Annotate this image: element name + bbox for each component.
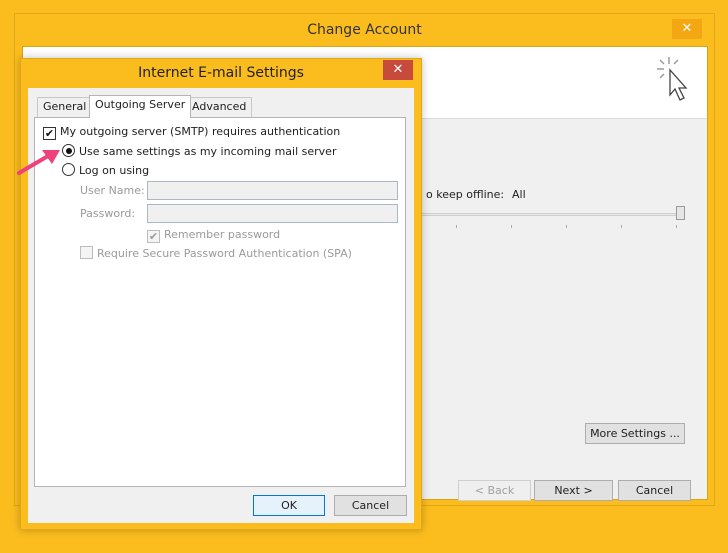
change-account-title: Change Account bbox=[307, 22, 422, 38]
smtp-auth-checkbox-row[interactable]: ✔ My outgoing server (SMTP) requires auth… bbox=[43, 125, 340, 140]
slider-tick bbox=[566, 225, 567, 228]
same-settings-label: Use same settings as my incoming mail se… bbox=[79, 145, 337, 158]
tab-general[interactable]: General bbox=[37, 97, 93, 117]
offline-slider-track[interactable] bbox=[421, 213, 685, 216]
user-name-input[interactable] bbox=[147, 181, 398, 200]
remember-password-checkbox[interactable]: ✔ bbox=[147, 230, 160, 243]
dialog-cancel-button[interactable]: Cancel bbox=[334, 495, 407, 516]
smtp-auth-label: My outgoing server (SMTP) requires authe… bbox=[60, 125, 341, 138]
password-label: Password: bbox=[80, 207, 136, 220]
same-settings-radio-row[interactable]: Use same settings as my incoming mail se… bbox=[62, 144, 336, 158]
dialog-title: Internet E-mail Settings bbox=[138, 65, 304, 81]
offline-value: All bbox=[512, 188, 526, 201]
log-on-label: Log on using bbox=[79, 164, 150, 177]
offline-slider-thumb[interactable] bbox=[676, 206, 685, 220]
more-settings-button[interactable]: More Settings ... bbox=[585, 423, 685, 444]
ok-button[interactable]: OK bbox=[253, 495, 325, 516]
password-input[interactable] bbox=[147, 204, 398, 223]
internet-email-settings-dialog: Internet E-mail Settings ✕ General Outgo… bbox=[20, 58, 422, 530]
slider-tick bbox=[511, 225, 512, 228]
spa-row[interactable]: Require Secure Password Authentication (… bbox=[80, 246, 352, 260]
back-cancel-button[interactable]: Cancel bbox=[618, 480, 691, 501]
log-on-radio-row[interactable]: Log on using bbox=[62, 163, 149, 177]
spa-label: Require Secure Password Authentication (… bbox=[97, 247, 352, 260]
tab-advanced[interactable]: Advanced bbox=[186, 97, 253, 117]
annotation-arrow-icon bbox=[17, 150, 60, 175]
remember-password-row[interactable]: ✔ Remember password bbox=[147, 228, 280, 243]
slider-tick bbox=[621, 225, 622, 228]
slider-tick bbox=[676, 225, 677, 228]
back-button[interactable]: < Back bbox=[458, 480, 531, 501]
next-button[interactable]: Next > bbox=[534, 480, 613, 501]
change-account-close-button[interactable]: ✕ bbox=[672, 19, 702, 39]
spa-checkbox[interactable] bbox=[80, 246, 93, 259]
tab-outgoing-server[interactable]: Outgoing Server bbox=[89, 95, 192, 118]
remember-password-label: Remember password bbox=[164, 228, 281, 241]
slider-tick bbox=[456, 225, 457, 228]
smtp-auth-checkbox[interactable]: ✔ bbox=[43, 127, 56, 140]
click-cursor-icon bbox=[657, 57, 688, 101]
dialog-close-button[interactable]: ✕ bbox=[383, 60, 413, 80]
dialog-client: General Outgoing Server Advanced ✔ My out… bbox=[28, 88, 414, 523]
outgoing-server-panel: ✔ My outgoing server (SMTP) requires auth… bbox=[34, 117, 406, 487]
offline-label: o keep offline: bbox=[426, 188, 505, 201]
user-name-label: User Name: bbox=[80, 184, 145, 197]
